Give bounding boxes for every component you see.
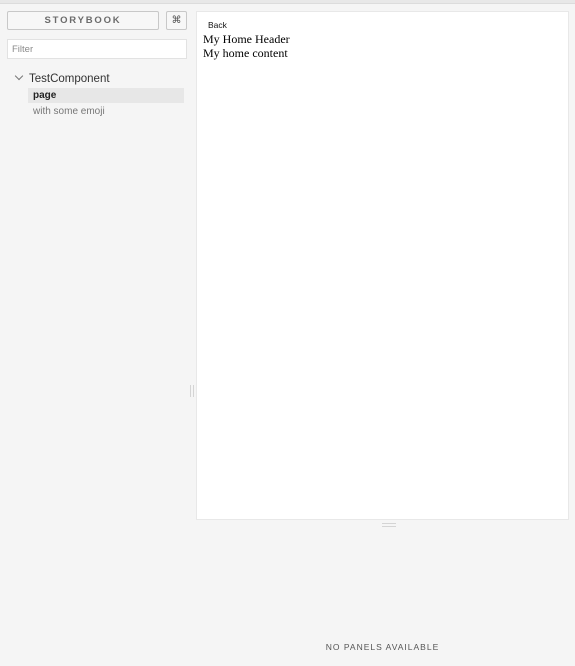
- addons-resize-handle[interactable]: [382, 523, 396, 527]
- preview-header-text: My Home Header: [203, 32, 290, 46]
- story-item-with-some-emoji[interactable]: with some emoji: [28, 104, 184, 119]
- preview-iframe: Back My Home Header My home content: [196, 11, 569, 520]
- window-top-edge: [0, 0, 575, 4]
- storybook-brand-button[interactable]: STORYBOOK: [7, 11, 159, 30]
- sidebar-resize-handle[interactable]: [190, 385, 194, 397]
- tree-group-label: TestComponent: [29, 73, 110, 85]
- tree-group-testcomponent[interactable]: TestComponent: [14, 71, 186, 86]
- chevron-down-icon: [14, 71, 24, 81]
- no-panels-message: NO PANELS AVAILABLE: [325, 642, 440, 652]
- keyboard-shortcuts-button[interactable]: ⌘: [166, 11, 187, 30]
- back-button[interactable]: Back: [208, 20, 227, 30]
- preview-content-text: My home content: [203, 46, 288, 60]
- story-item-page[interactable]: page: [28, 88, 184, 103]
- filter-input[interactable]: [7, 39, 187, 59]
